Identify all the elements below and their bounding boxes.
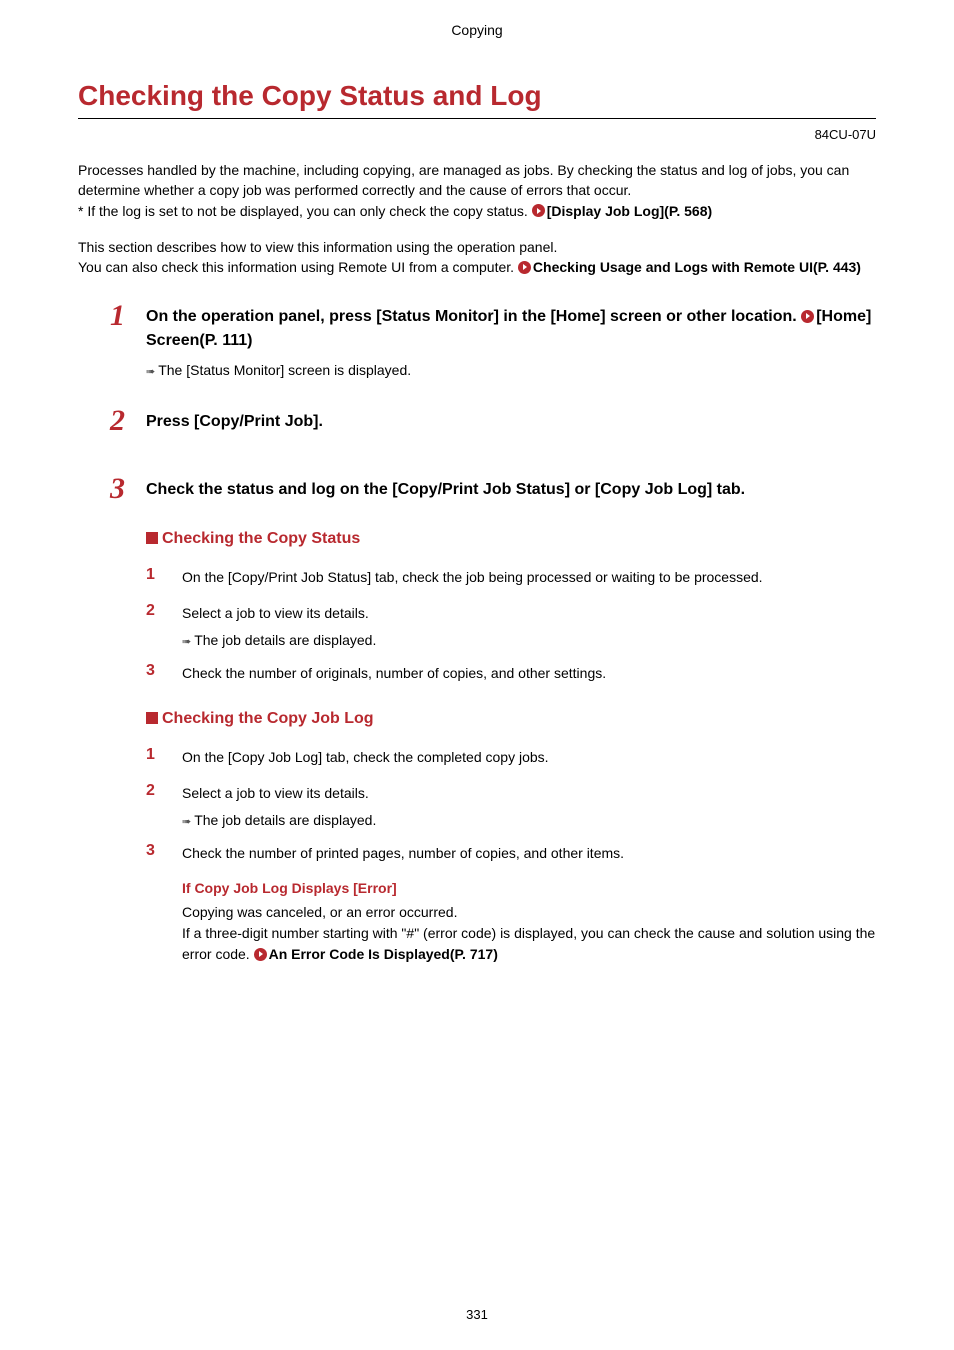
- remote-ui-link[interactable]: Checking Usage and Logs with Remote UI(P…: [533, 259, 861, 275]
- arrow-icon: ➠: [182, 815, 191, 828]
- step-3: 3 Check the status and log on the [Copy/…: [110, 474, 876, 504]
- step-1-result-text: The [Status Monitor] screen is displayed…: [158, 362, 411, 378]
- step-1-text: On the operation panel, press [Status Mo…: [146, 301, 876, 351]
- sub2-step-3: 3 Check the number of printed pages, num…: [146, 842, 876, 864]
- sub1-step-2-result: ➠The job details are displayed.: [182, 632, 876, 648]
- square-marker-icon: [146, 532, 158, 544]
- page-title: Checking the Copy Status and Log: [78, 80, 876, 119]
- step-1-result: ➠The [Status Monitor] screen is displaye…: [146, 362, 876, 378]
- intro2-line1: This section describes how to view this …: [78, 239, 557, 255]
- intro1-line1: Processes handled by the machine, includ…: [78, 162, 849, 198]
- step-number-2: 2: [110, 406, 140, 436]
- arrow-icon: ➠: [146, 365, 155, 378]
- sub2-step-3-text: Check the number of printed pages, numbe…: [182, 842, 624, 864]
- intro1-line2-prefix: * If the log is set to not be displayed,…: [78, 203, 532, 219]
- error-code-link[interactable]: An Error Code Is Displayed(P. 717): [269, 946, 498, 962]
- step-number-1: 1: [110, 301, 140, 331]
- intro-paragraph-1: Processes handled by the machine, includ…: [78, 160, 876, 221]
- sub-heading-status: Checking the Copy Status: [146, 530, 876, 548]
- step-1: 1 On the operation panel, press [Status …: [110, 301, 876, 351]
- step-1-prefix: On the operation panel, press [Status Mo…: [146, 308, 801, 325]
- sub1-step-2-text: Select a job to view its details.: [182, 602, 369, 624]
- play-icon: [801, 310, 814, 323]
- sub2-step-2-text: Select a job to view its details.: [182, 782, 369, 804]
- step-2-text: Press [Copy/Print Job].: [146, 406, 323, 433]
- sub1-step-1: 1 On the [Copy/Print Job Status] tab, ch…: [146, 566, 876, 588]
- play-icon: [518, 261, 531, 274]
- sub1-step-2-result-text: The job details are displayed.: [194, 632, 376, 648]
- sub2-step-2: 2 Select a job to view its details.: [146, 782, 876, 804]
- sub-heading-status-text: Checking the Copy Status: [162, 530, 360, 547]
- sub1-step-3: 3 Check the number of originals, number …: [146, 662, 876, 684]
- sub-heading-log-text: Checking the Copy Job Log: [162, 710, 374, 727]
- error-line1: Copying was canceled, or an error occurr…: [182, 904, 457, 920]
- sub-section-copy-status: Checking the Copy Status 1 On the [Copy/…: [146, 530, 876, 684]
- square-marker-icon: [146, 712, 158, 724]
- step-2: 2 Press [Copy/Print Job].: [110, 406, 876, 436]
- sub2-step-2-num: 2: [146, 782, 182, 800]
- arrow-icon: ➠: [182, 635, 191, 648]
- sub2-step-1-text: On the [Copy Job Log] tab, check the com…: [182, 746, 549, 768]
- page-number: 331: [0, 1307, 954, 1322]
- sub-section-copy-log: Checking the Copy Job Log 1 On the [Copy…: [146, 710, 876, 965]
- header-section-name: Copying: [78, 20, 876, 38]
- sub2-step-2-result: ➠The job details are displayed.: [182, 812, 876, 828]
- step-3-text: Check the status and log on the [Copy/Pr…: [146, 474, 745, 501]
- error-heading: If Copy Job Log Displays [Error]: [182, 880, 876, 896]
- sub-heading-log: Checking the Copy Job Log: [146, 710, 876, 728]
- display-job-log-link[interactable]: [Display Job Log](P. 568): [547, 203, 712, 219]
- document-code: 84CU-07U: [78, 127, 876, 142]
- sub2-step-2-result-text: The job details are displayed.: [194, 812, 376, 828]
- sub1-step-2: 2 Select a job to view its details.: [146, 602, 876, 624]
- intro-paragraph-2: This section describes how to view this …: [78, 237, 876, 278]
- step-number-3: 3: [110, 474, 140, 504]
- sub2-step-1-num: 1: [146, 746, 182, 764]
- intro2-line2-prefix: You can also check this information usin…: [78, 259, 518, 275]
- sub2-step-3-num: 3: [146, 842, 182, 860]
- sub1-step-1-text: On the [Copy/Print Job Status] tab, chec…: [182, 566, 763, 588]
- sub1-step-3-num: 3: [146, 662, 182, 680]
- sub2-step-1: 1 On the [Copy Job Log] tab, check the c…: [146, 746, 876, 768]
- error-body: Copying was canceled, or an error occurr…: [182, 902, 876, 965]
- sub1-step-3-text: Check the number of originals, number of…: [182, 662, 606, 684]
- sub1-step-2-num: 2: [146, 602, 182, 620]
- play-icon: [254, 948, 267, 961]
- play-icon: [532, 204, 545, 217]
- sub1-step-1-num: 1: [146, 566, 182, 584]
